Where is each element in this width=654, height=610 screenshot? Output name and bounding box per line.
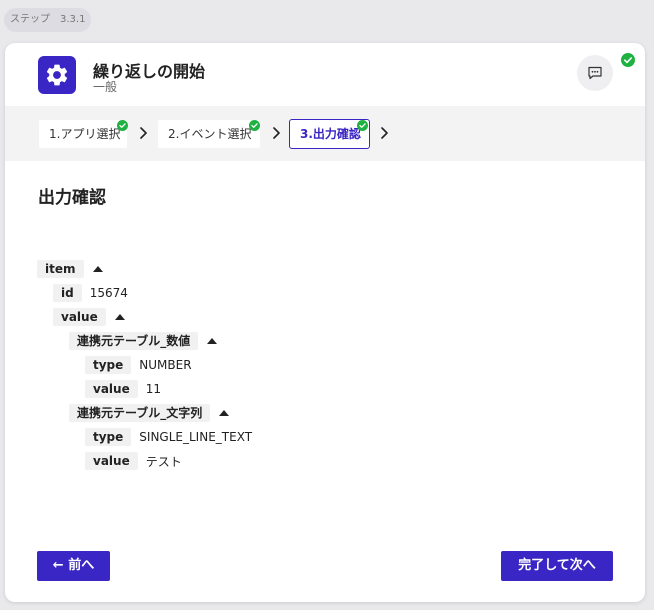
prev-button[interactable]: ← 前へ — [37, 551, 110, 581]
step-done-check-icon — [249, 120, 260, 131]
tree-node-type: type SINGLE_LINE_TEXT — [85, 428, 252, 446]
tree-key: id — [53, 284, 82, 302]
tree-key: type — [85, 428, 132, 446]
tree-key: value — [85, 380, 138, 398]
step-card: 繰り返しの開始 一般 1.アプリ選択 2.イベント選択 3.出力確認 出力確認 … — [5, 43, 645, 602]
step-event-select[interactable]: 2.イベント選択 — [157, 119, 261, 149]
caret-up-icon[interactable] — [219, 410, 230, 416]
comment-button[interactable] — [577, 55, 613, 91]
step-number-chip: ステップ 3.3.1 — [4, 8, 92, 32]
app-icon — [38, 56, 76, 94]
check-circle-icon — [621, 53, 635, 67]
caret-up-icon[interactable] — [207, 338, 218, 344]
comment-icon — [588, 66, 602, 80]
tree-value: 15674 — [89, 286, 128, 300]
tree-node-value: value 11 — [85, 380, 161, 398]
caret-up-icon[interactable] — [92, 266, 103, 272]
tree-node-item: item — [37, 260, 103, 278]
tree-node-field-number: 連携元テーブル_数値 — [69, 332, 218, 350]
tree-node-value: value — [53, 308, 125, 326]
tree-node-type: type NUMBER — [85, 356, 192, 374]
tree-value: NUMBER — [139, 358, 192, 372]
step-app-select[interactable]: 1.アプリ選択 — [38, 119, 128, 149]
tree-key: type — [85, 356, 132, 374]
tree-key: 連携元テーブル_文字列 — [69, 404, 211, 422]
stepper-bar: 1.アプリ選択 2.イベント選択 3.出力確認 — [5, 106, 645, 161]
caret-up-icon[interactable] — [114, 314, 125, 320]
tree-key: value — [85, 452, 138, 470]
tree-node-value: value テスト — [85, 452, 182, 470]
page-subtitle: 一般 — [93, 80, 118, 94]
step-done-check-icon — [357, 120, 368, 131]
gear-icon — [46, 64, 68, 86]
chevron-right-icon — [273, 127, 280, 139]
card-header: 繰り返しの開始 一般 — [5, 43, 645, 106]
tree-key: 連携元テーブル_数値 — [69, 332, 199, 350]
tree-node-id: id 15674 — [53, 284, 128, 302]
tree-value: 11 — [145, 382, 161, 396]
complete-next-button[interactable]: 完了して次へ — [501, 551, 613, 581]
chevron-right-icon — [381, 127, 388, 139]
tree-value: SINGLE_LINE_TEXT — [139, 430, 253, 444]
tree-key: value — [53, 308, 106, 326]
step-done-check-icon — [117, 120, 128, 131]
tree-node-field-string: 連携元テーブル_文字列 — [69, 404, 230, 422]
tree-value: テスト — [145, 454, 182, 469]
section-title: 出力確認 — [38, 188, 106, 208]
tree-key: item — [37, 260, 84, 278]
chevron-right-icon — [140, 127, 147, 139]
